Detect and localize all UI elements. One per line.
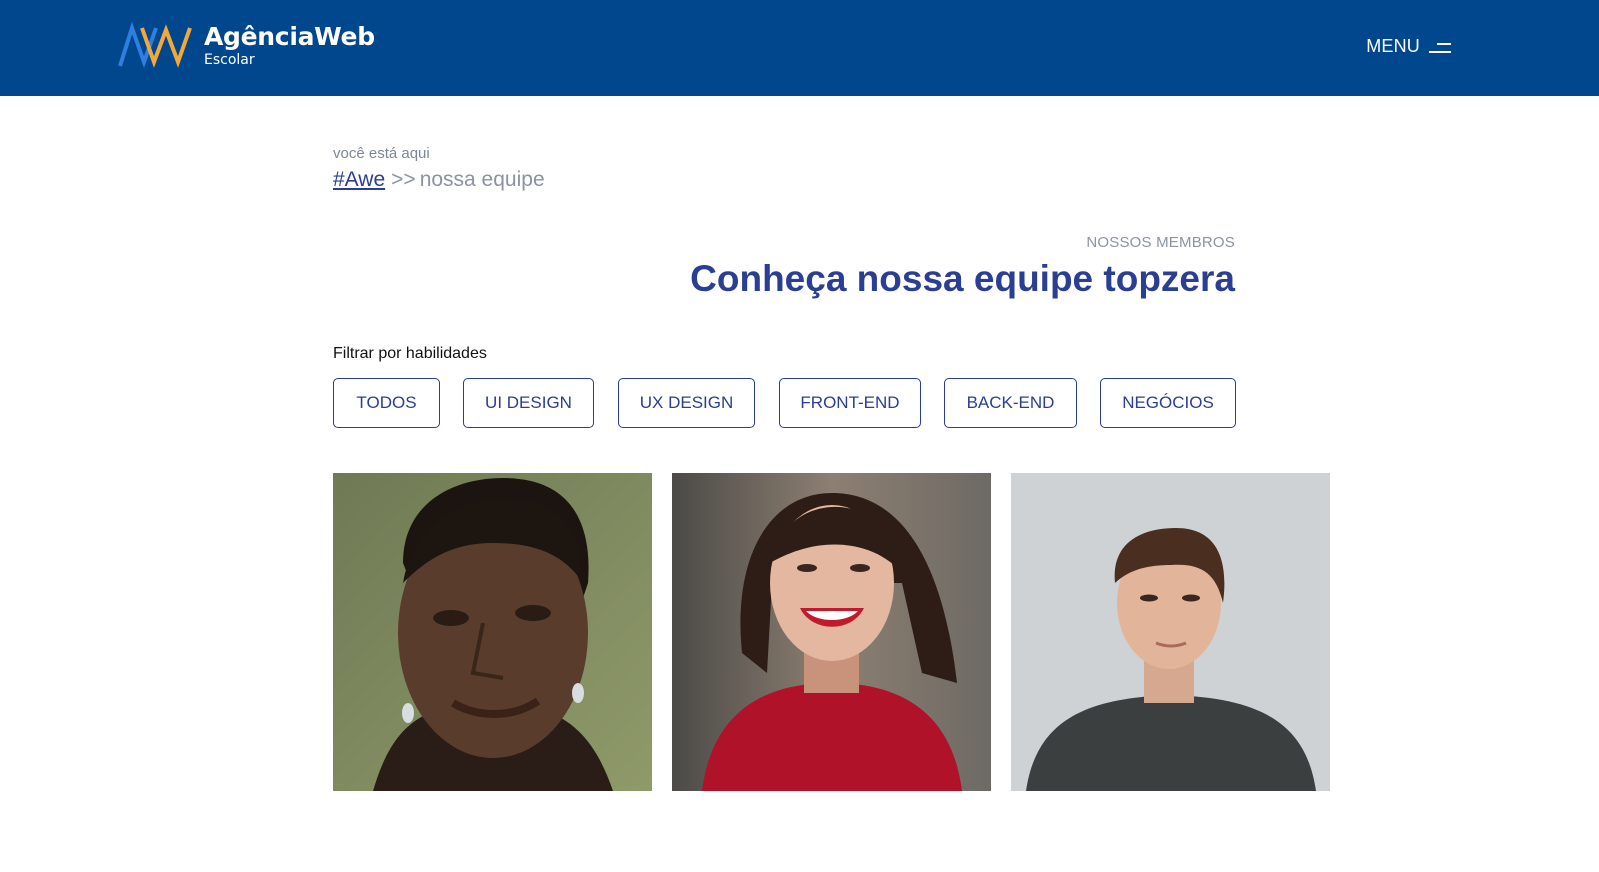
filter-ui-design-button[interactable]: UI DESIGN xyxy=(463,378,594,428)
aw-logo-icon xyxy=(118,22,192,69)
menu-button[interactable]: MENU xyxy=(1366,36,1451,57)
breadcrumb-home-link[interactable]: #Awe xyxy=(333,168,385,191)
portrait-woman-red-sweater xyxy=(672,473,991,791)
menu-label: MENU xyxy=(1366,36,1420,56)
portrait-man-dark-shirt xyxy=(1011,473,1330,791)
filter-back-end-button[interactable]: BACK-END xyxy=(944,378,1077,428)
breadcrumb-current: nossa equipe xyxy=(419,168,545,191)
member-photo-2[interactable] xyxy=(672,473,991,791)
breadcrumb: #Awe >> nossa equipe xyxy=(333,168,545,192)
brand-logo[interactable]: AgênciaWeb Escolar xyxy=(118,22,375,70)
brand-name: AgênciaWeb xyxy=(204,22,375,51)
page-title: Conheça nossa equipe topzera xyxy=(690,258,1235,299)
brand-subtitle: Escolar xyxy=(204,52,255,68)
top-navbar: AgênciaWeb Escolar MENU xyxy=(0,0,1599,96)
filter-negocios-button[interactable]: NEGÓCIOS xyxy=(1100,378,1236,428)
hamburger-icon xyxy=(1429,40,1451,54)
member-photo-3[interactable] xyxy=(1011,473,1330,791)
breadcrumb-caption: você está aqui xyxy=(333,145,430,162)
breadcrumb-separator: >> xyxy=(391,168,416,191)
filter-label: Filtrar por habilidades xyxy=(333,345,487,362)
filter-todos-button[interactable]: TODOS xyxy=(333,378,440,428)
filter-ux-design-button[interactable]: UX DESIGN xyxy=(618,378,755,428)
member-photo-1[interactable] xyxy=(333,473,652,791)
filter-front-end-button[interactable]: FRONT-END xyxy=(779,378,921,428)
section-eyebrow: NOSSOS MEMBROS xyxy=(1086,234,1235,251)
portrait-man-braids xyxy=(333,473,652,791)
